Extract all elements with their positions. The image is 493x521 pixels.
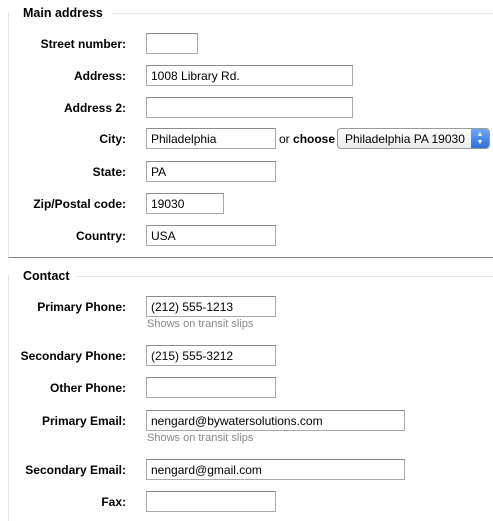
other-phone-field[interactable] bbox=[146, 377, 276, 398]
address-label: Address: bbox=[73, 69, 126, 83]
street-number-row: Street number: bbox=[9, 33, 493, 57]
city-label: City: bbox=[99, 132, 126, 146]
secondary-email-label: Secondary Email: bbox=[25, 463, 126, 477]
address2-row: Address 2: bbox=[9, 97, 493, 121]
or-text: or bbox=[279, 132, 290, 146]
other-phone-row: Other Phone: bbox=[9, 377, 493, 401]
secondary-email-field[interactable]: nengard@gmail.com bbox=[146, 459, 405, 480]
secondary-phone-label: Secondary Phone: bbox=[20, 349, 126, 363]
primary-phone-label: Primary Phone: bbox=[37, 300, 126, 314]
country-label: Country: bbox=[76, 229, 126, 243]
primary-email-hint: Shows on transit slips bbox=[147, 432, 254, 444]
address-row: Address: 1008 Library Rd. bbox=[9, 65, 493, 89]
address-field[interactable]: 1008 Library Rd. bbox=[146, 65, 353, 86]
secondary-phone-field[interactable]: (215) 555-3212 bbox=[146, 345, 276, 366]
or-choose-text: or choose bbox=[279, 132, 335, 146]
fax-field[interactable] bbox=[146, 491, 276, 512]
city-field[interactable]: Philadelphia bbox=[146, 128, 276, 149]
fieldset-top-rule bbox=[111, 13, 493, 14]
secondary-email-row: Secondary Email: nengard@gmail.com bbox=[9, 459, 493, 483]
state-label: State: bbox=[92, 165, 126, 179]
zip-label: Zip/Postal code: bbox=[33, 197, 126, 211]
primary-phone-hint: Shows on transit slips bbox=[147, 318, 254, 330]
country-field[interactable]: USA bbox=[146, 225, 276, 246]
zip-row: Zip/Postal code: 19030 bbox=[9, 193, 493, 217]
contact-legend: Contact bbox=[23, 269, 70, 283]
primary-email-label: Primary Email: bbox=[41, 414, 126, 428]
state-field[interactable]: PA bbox=[146, 161, 276, 182]
state-row: State: PA bbox=[9, 161, 493, 185]
fax-row: Fax: bbox=[9, 491, 493, 515]
country-row: Country: USA bbox=[9, 225, 493, 249]
choose-text: choose bbox=[293, 132, 336, 146]
secondary-phone-row: Secondary Phone: (215) 555-3212 bbox=[9, 345, 493, 369]
city-select[interactable]: Philadelphia PA 19030 ▲ ▼ bbox=[337, 128, 490, 149]
other-phone-label: Other Phone: bbox=[49, 381, 126, 395]
city-select-value: Philadelphia PA 19030 bbox=[345, 132, 465, 146]
up-down-arrows-icon: ▲ ▼ bbox=[471, 129, 489, 148]
primary-email-field[interactable]: nengard@bywatersolutions.com bbox=[146, 410, 405, 431]
fax-label: Fax: bbox=[101, 495, 126, 509]
street-number-field[interactable] bbox=[146, 33, 198, 54]
contact-fieldset: Contact Primary Phone: (212) 555-1213 Sh… bbox=[8, 269, 493, 521]
primary-phone-field[interactable]: (212) 555-1213 bbox=[146, 296, 276, 317]
main-address-legend: Main address bbox=[23, 6, 103, 20]
city-row: City: Philadelphia or choose Philadelphi… bbox=[9, 128, 493, 152]
fieldset-top-rule bbox=[77, 276, 493, 277]
zip-field[interactable]: 19030 bbox=[146, 193, 224, 214]
main-address-fieldset: Main address Street number: Address: 100… bbox=[8, 6, 493, 258]
primary-email-row: Primary Email: nengard@bywatersolutions.… bbox=[9, 410, 493, 434]
primary-phone-row: Primary Phone: (212) 555-1213 bbox=[9, 296, 493, 320]
address2-label: Address 2: bbox=[63, 101, 126, 115]
address2-field[interactable] bbox=[146, 97, 353, 118]
street-number-label: Street number: bbox=[40, 37, 126, 51]
